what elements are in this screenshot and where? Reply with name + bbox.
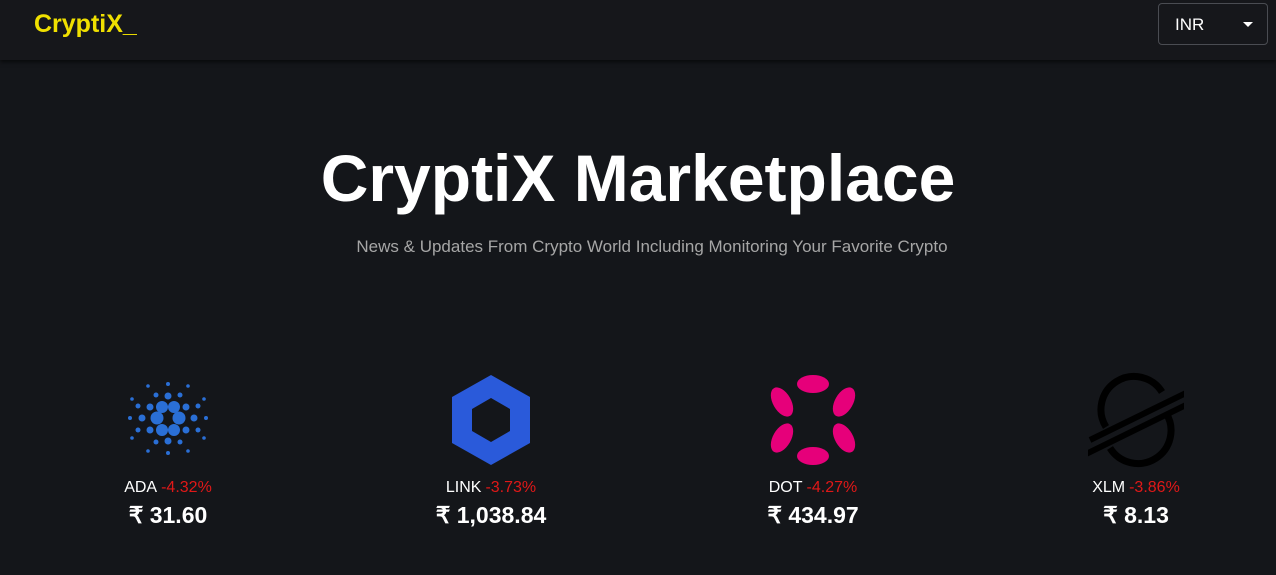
- coin-card-ada[interactable]: ADA -4.32% ₹ 31.60: [58, 372, 278, 529]
- top-navbar: CryptiX_ INR: [0, 0, 1276, 60]
- coin-card-dot[interactable]: DOT -4.27% ₹ 434.97: [703, 372, 923, 529]
- coin-symbol: LINK: [445, 479, 482, 496]
- coin-label: ADA -4.32%: [58, 478, 278, 498]
- coin-symbol: DOT: [768, 479, 803, 496]
- coin-price: ₹ 434.97: [767, 502, 859, 528]
- coin-change: -4.27%: [806, 479, 858, 496]
- coin-price: ₹ 31.60: [128, 502, 208, 528]
- coin-price: ₹ 8.13: [1103, 502, 1169, 528]
- stellar-icon: [1088, 372, 1184, 468]
- cardano-icon: [128, 382, 208, 455]
- coin-label: LINK -3.73%: [381, 478, 601, 498]
- coin-label: XLM -3.86%: [1026, 478, 1246, 498]
- coin-symbol: XLM: [1092, 479, 1126, 496]
- coin-card-link[interactable]: LINK -3.73% ₹ 1,038.84: [381, 372, 601, 529]
- coin-label: DOT -4.27%: [703, 478, 923, 498]
- polkadot-icon: [770, 375, 856, 465]
- coin-change: -3.73%: [485, 479, 537, 496]
- coin-card-xlm[interactable]: XLM -3.86% ₹ 8.13: [1026, 372, 1246, 529]
- hero-title: CryptiX Marketplace: [320, 141, 956, 215]
- hero-subtitle: News & Updates From Crypto World Includi…: [356, 237, 948, 256]
- brand-logo[interactable]: CryptiX_: [34, 10, 137, 39]
- coin-change: -3.86%: [1129, 479, 1180, 496]
- coin-price: ₹ 1,038.84: [435, 502, 547, 528]
- currency-select[interactable]: INR: [1158, 3, 1268, 45]
- coin-symbol: ADA: [124, 479, 158, 496]
- chainlink-icon: [452, 375, 530, 465]
- caret-down-icon: [1243, 22, 1253, 27]
- currency-value: INR: [1175, 15, 1205, 34]
- coin-change: -4.32%: [161, 479, 212, 496]
